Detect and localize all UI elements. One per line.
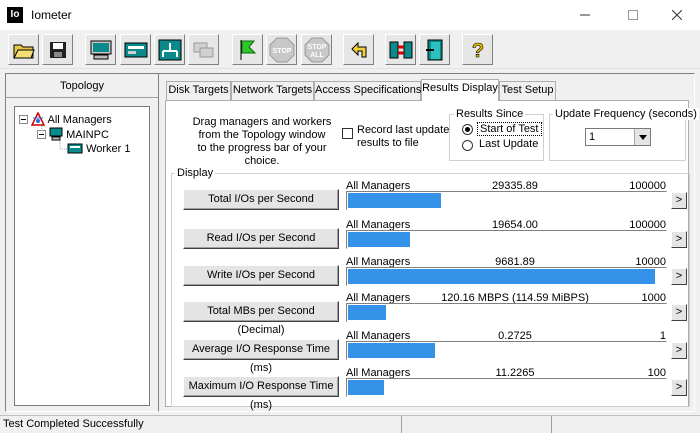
close-button[interactable] <box>654 0 700 30</box>
topology-header: Topology <box>6 74 158 98</box>
reset-workers-icon <box>350 41 366 57</box>
metric-button[interactable]: Total I/Os per Second <box>183 189 339 210</box>
record-label-line: results to file <box>357 137 419 149</box>
record-results-checkbox[interactable] <box>342 128 353 139</box>
progress-bar[interactable] <box>346 230 667 249</box>
expand-arrow-button[interactable]: > <box>671 379 687 396</box>
save-button[interactable] <box>42 34 73 65</box>
status-bar: Test Completed Successfully <box>0 415 700 433</box>
update-frequency-value: 1 <box>589 131 596 143</box>
metric-button[interactable]: Maximum I/O Response Time (ms) <box>183 376 339 411</box>
instruction-line: from the Topology window <box>198 129 326 141</box>
status-text: Test Completed Successfully <box>0 416 402 433</box>
new-manager-button[interactable] <box>85 34 116 65</box>
maximize-icon <box>628 10 638 20</box>
new-manager-icon <box>90 40 111 59</box>
svg-text:ALL: ALL <box>310 52 324 59</box>
open-button[interactable] <box>8 34 39 65</box>
exit-button[interactable] <box>419 34 450 65</box>
start-button[interactable] <box>232 34 263 65</box>
expand-arrow-button[interactable]: > <box>671 231 687 248</box>
progress-bar-fill <box>348 343 435 358</box>
metric-button[interactable]: Total MBs per Second (Decimal) <box>183 301 339 336</box>
dropdown-button[interactable] <box>634 129 650 145</box>
close-icon <box>672 10 682 20</box>
help-button[interactable]: ? <box>462 34 493 65</box>
new-network-worker-icon <box>158 39 181 60</box>
tree-connector-lines <box>41 126 68 150</box>
new-network-worker-button[interactable] <box>154 34 185 65</box>
update-frequency-title: Update Frequency (seconds) <box>553 108 699 120</box>
record-results-label: Record last update results to file <box>357 124 449 150</box>
expand-arrow-button[interactable]: > <box>671 304 687 321</box>
open-folder-icon <box>12 44 35 58</box>
start-of-test-label: Start of Test <box>477 122 542 136</box>
progress-bar-fill <box>348 193 441 208</box>
instruction-line: Drag managers and workers <box>192 116 332 128</box>
progress-bar[interactable] <box>346 341 667 360</box>
disconnect-button[interactable] <box>385 34 416 65</box>
help-icon: ? <box>471 39 484 61</box>
topology-panel: Topology All Managers MAINPC Worker 1 <box>5 73 159 412</box>
expand-arrow-button[interactable]: > <box>671 192 687 209</box>
svg-text:STOP: STOP <box>272 48 291 55</box>
start-of-test-radio[interactable] <box>462 124 473 135</box>
expand-arrow-button[interactable]: > <box>671 268 687 285</box>
new-disk-worker-icon <box>124 42 147 57</box>
results-since-title: Results Since <box>454 108 526 120</box>
tab-results-display[interactable]: Results Display <box>421 79 499 101</box>
tab-test-setup[interactable]: Test Setup <box>499 81 556 100</box>
progress-bar[interactable] <box>346 267 667 286</box>
progress-bar[interactable] <box>346 378 667 397</box>
app-icon: Io <box>7 7 23 23</box>
tab-disk-targets[interactable]: Disk Targets <box>166 81 231 100</box>
minimize-button[interactable] <box>562 0 608 30</box>
progress-bar-fill <box>348 232 410 247</box>
drag-instructions: Drag managers and workers from the Topol… <box>182 116 342 168</box>
duplicate-worker-icon <box>193 42 213 57</box>
toolbar: STOP STOP ALL ? <box>0 31 700 69</box>
chevron-down-icon <box>638 134 647 140</box>
progress-bar[interactable] <box>346 191 667 210</box>
stop-all-icon: STOPALL <box>304 37 329 62</box>
start-flag-icon <box>240 39 256 60</box>
title-bar: Io Iometer <box>0 0 700 30</box>
stop-button[interactable]: STOP <box>266 34 297 65</box>
stop-all-button[interactable]: STOP ALL <box>301 34 332 65</box>
update-frequency-select[interactable]: 1 <box>585 128 651 146</box>
record-label-line: Record last update <box>357 124 450 136</box>
metric-button[interactable]: Average I/O Response Time (ms) <box>183 339 339 374</box>
exit-door-icon <box>425 39 442 60</box>
status-pane <box>402 416 552 433</box>
progress-bar[interactable] <box>346 303 667 322</box>
window-title: Iometer <box>31 8 72 22</box>
duplicate-worker-button[interactable] <box>188 34 219 65</box>
instruction-line: to the progress bar of your choice. <box>197 142 327 167</box>
progress-bar-fill <box>348 380 384 395</box>
reset-workers-button[interactable] <box>343 34 374 65</box>
tab-network-targets[interactable]: Network Targets <box>231 81 314 100</box>
metric-button[interactable]: Read I/Os per Second <box>183 228 339 249</box>
progress-bar-fill <box>348 305 386 320</box>
last-update-radio[interactable] <box>462 140 473 151</box>
svg-text:STOP: STOP <box>307 44 326 51</box>
new-disk-worker-button[interactable] <box>120 34 151 65</box>
minimize-icon <box>580 14 590 16</box>
stop-icon: STOP <box>269 37 294 62</box>
save-disk-icon <box>49 41 66 58</box>
display-title: Display <box>175 167 216 179</box>
svg-text:?: ? <box>471 40 483 61</box>
maximize-button[interactable] <box>610 0 656 30</box>
last-update-label: Last Update <box>479 138 539 150</box>
progress-bar-fill <box>348 269 655 284</box>
tab-access-specifications[interactable]: Access Specifications <box>314 81 421 100</box>
topology-tree[interactable]: All Managers MAINPC Worker 1 <box>14 106 150 406</box>
metric-button[interactable]: Write I/Os per Second <box>183 265 339 286</box>
expand-arrow-button[interactable]: > <box>671 342 687 359</box>
disconnect-icon <box>389 41 412 58</box>
